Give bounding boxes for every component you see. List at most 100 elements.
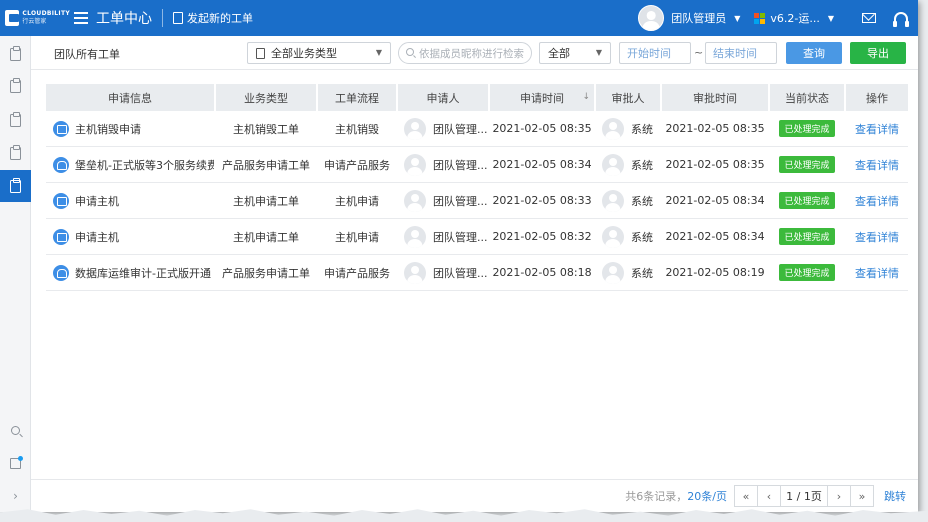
header-apply-info: 申请信息 xyxy=(46,84,214,111)
logo-icon xyxy=(5,10,20,26)
avatar xyxy=(404,117,426,140)
sidebar-item-team-orders[interactable] xyxy=(0,170,31,202)
table-row: 申请主机 主机申请工单 主机申请 团队管理... 2021-02-05 08:33 系统 2… xyxy=(46,183,908,219)
sidebar-search[interactable] xyxy=(0,414,31,446)
next-page-button[interactable]: › xyxy=(827,485,851,507)
chevron-down-icon[interactable]: ▼ xyxy=(828,14,834,23)
apply-time-text: 2021-02-05 08:33 xyxy=(492,194,592,207)
applicant-name: 团队管理... xyxy=(433,266,488,280)
cell-approve-time: 2021-02-05 08:35 xyxy=(662,147,768,182)
cell-status: 已处理完成 xyxy=(770,147,844,182)
first-page-button[interactable]: « xyxy=(734,485,758,507)
sidebar-item-processing[interactable] xyxy=(0,104,31,136)
cell-apply-time: 2021-02-05 08:32 xyxy=(490,219,594,254)
header-approve-time: 审批时间 xyxy=(662,84,768,111)
apply-info-text: 主机销毁申请 xyxy=(75,122,141,136)
view-details-link[interactable]: 查看详情 xyxy=(855,229,899,245)
flow-text: 申请产品服务 xyxy=(324,266,390,280)
view-details-link[interactable]: 查看详情 xyxy=(855,193,899,209)
start-time-input[interactable]: 开始时间 xyxy=(619,42,691,64)
table-row: 数据库运维审计-正式版开通 产品服务申请工单 申请产品服务 团队管理... 2021-0… xyxy=(46,255,908,291)
cell-apply-time: 2021-02-05 08:33 xyxy=(490,183,594,218)
applicant-name: 团队管理... xyxy=(433,158,488,172)
logo[interactable]: CLOUDBILITY 行云管家 xyxy=(0,0,70,36)
table-header: 申请信息 业务类型 工单流程 申请人 申请时间 ↓ 审批人 审批时间 当前状态 操作 xyxy=(46,84,908,111)
user-avatar[interactable] xyxy=(638,5,665,31)
sidebar-item-approved[interactable] xyxy=(0,137,31,169)
cell-flow: 主机申请 xyxy=(318,183,396,218)
header-label: 审批人 xyxy=(611,91,645,105)
table-row: 堡垒机-正式版等3个服务续费 产品服务申请工单 申请产品服务 团队管理... 2021-… xyxy=(46,147,908,183)
avatar xyxy=(602,189,624,212)
current-page[interactable]: 1 / 1页 xyxy=(780,485,828,507)
cell-apply-info: 主机销毁申请 xyxy=(46,111,214,146)
applicant-name: 团队管理... xyxy=(433,230,488,244)
apply-info-text: 堡垒机-正式版等3个服务续费 xyxy=(75,158,214,172)
new-order-button[interactable]: 发起新的工单 xyxy=(173,10,253,26)
avatar xyxy=(404,225,426,248)
cloud-icon xyxy=(53,156,69,173)
cell-action: 查看详情 xyxy=(846,183,908,218)
cell-apply-time: 2021-02-05 08:35 xyxy=(490,111,594,146)
approve-time-text: 2021-02-05 08:19 xyxy=(665,266,765,279)
date-range-separator: ~ xyxy=(694,46,704,59)
cell-applicant: 团队管理... xyxy=(398,183,488,218)
avatar xyxy=(602,153,624,176)
status-badge: 已处理完成 xyxy=(779,192,835,209)
divider xyxy=(162,9,163,27)
business-type-value: 全部业务类型 xyxy=(271,47,337,60)
query-button[interactable]: 查询 xyxy=(786,42,842,64)
sidebar-expand[interactable]: › xyxy=(0,480,31,512)
page-size-selector[interactable]: 20条/页 xyxy=(687,490,727,503)
cell-approver: 系统 xyxy=(596,111,660,146)
page-title: 团队所有工单 xyxy=(54,48,120,61)
sidebar-item-pending[interactable] xyxy=(0,70,31,102)
sidebar: › xyxy=(0,36,31,512)
jump-button[interactable]: 跳转 xyxy=(884,488,906,504)
status-badge: 已处理完成 xyxy=(779,228,835,245)
server-icon xyxy=(53,120,69,137)
cell-apply-info: 申请主机 xyxy=(46,219,214,254)
approve-time-text: 2021-02-05 08:34 xyxy=(665,194,765,207)
headset-icon[interactable] xyxy=(893,12,909,27)
apply-time-text: 2021-02-05 08:35 xyxy=(492,122,592,135)
header-apply-time[interactable]: 申请时间 ↓ xyxy=(490,84,594,111)
flow-text: 主机申请 xyxy=(335,194,379,208)
sort-desc-icon[interactable]: ↓ xyxy=(582,92,590,102)
hamburger-menu-icon[interactable] xyxy=(74,12,88,24)
business-type-text: 产品服务申请工单 xyxy=(222,158,310,172)
sidebar-item-my-orders[interactable] xyxy=(0,38,31,70)
top-bar: CLOUDBILITY 行云管家 工单中心 发起新的工单 团队管理员 ▼ v6.… xyxy=(0,0,918,36)
view-details-link[interactable]: 查看详情 xyxy=(855,157,899,173)
export-button[interactable]: 导出 xyxy=(850,42,906,64)
view-details-link[interactable]: 查看详情 xyxy=(855,121,899,137)
business-type-text: 主机销毁工单 xyxy=(233,122,299,136)
view-details-link[interactable]: 查看详情 xyxy=(855,265,899,281)
flow-text: 主机销毁 xyxy=(335,122,379,136)
mail-icon[interactable] xyxy=(862,13,876,23)
chevron-down-icon[interactable]: ▼ xyxy=(734,14,740,23)
cell-business-type: 主机销毁工单 xyxy=(216,111,316,146)
last-page-button[interactable]: » xyxy=(850,485,874,507)
prev-page-button[interactable]: ‹ xyxy=(757,485,781,507)
version-selector[interactable]: v6.2-运... xyxy=(770,10,819,26)
approver-name: 系统 xyxy=(631,266,653,280)
pagination-bar: 共6条记录，20条/页 « ‹ 1 / 1页 › » 跳转 xyxy=(31,479,918,512)
clipboard-icon xyxy=(256,47,265,59)
approver-name: 系统 xyxy=(631,122,653,136)
cell-apply-info: 数据库运维审计-正式版开通 xyxy=(46,255,214,290)
business-type-select[interactable]: 全部业务类型 ▼ xyxy=(247,42,391,64)
cell-action: 查看详情 xyxy=(846,255,908,290)
cell-applicant: 团队管理... xyxy=(398,255,488,290)
member-search-input[interactable]: 依据成员昵称进行检索 xyxy=(398,42,532,64)
new-order-label: 发起新的工单 xyxy=(187,12,253,25)
cell-apply-info: 申请主机 xyxy=(46,183,214,218)
sidebar-tasks[interactable] xyxy=(0,447,31,479)
flow-text: 主机申请 xyxy=(335,230,379,244)
status-select[interactable]: 全部 ▼ xyxy=(539,42,611,64)
end-time-input[interactable]: 结束时间 xyxy=(705,42,777,64)
user-name[interactable]: 团队管理员 xyxy=(671,10,726,26)
header-action: 操作 xyxy=(846,84,908,111)
header-label: 当前状态 xyxy=(785,91,829,105)
header-label: 操作 xyxy=(866,91,888,105)
